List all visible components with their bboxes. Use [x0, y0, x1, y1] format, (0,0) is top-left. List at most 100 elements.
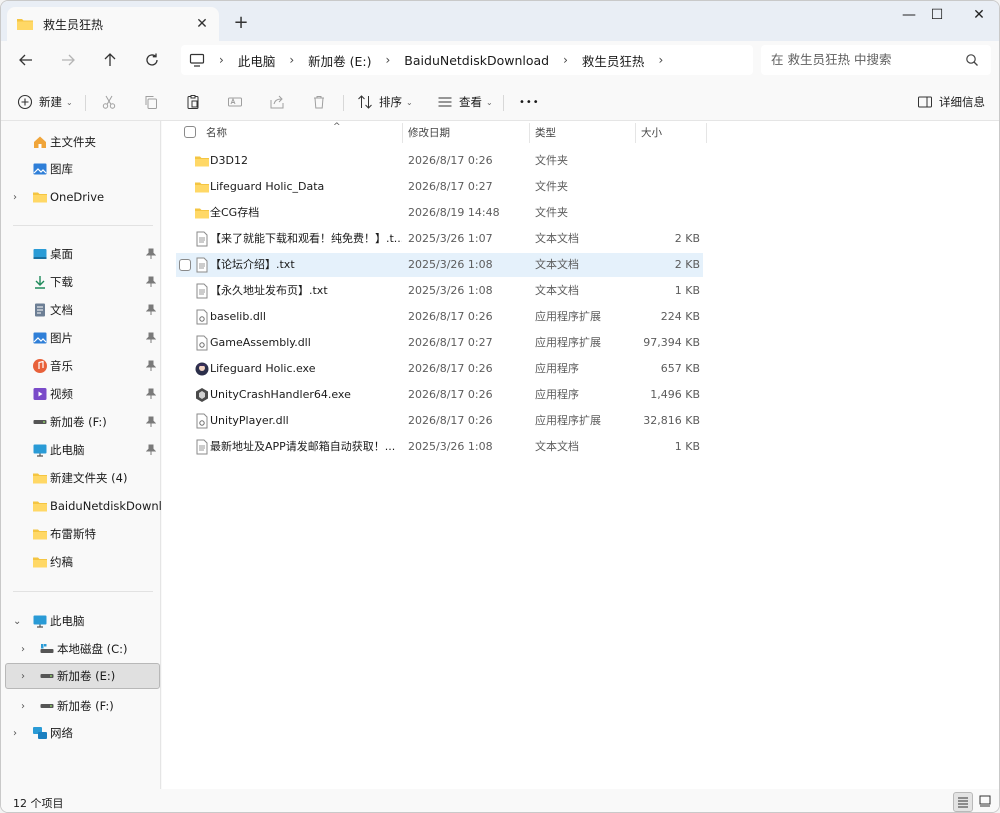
- pin-icon[interactable]: [146, 276, 156, 288]
- tab-active[interactable]: 救生员狂热 ✕: [7, 7, 219, 41]
- pin-icon[interactable]: [146, 444, 156, 456]
- breadcrumb-item[interactable]: 此电脑: [238, 51, 276, 70]
- column-header-name[interactable]: 名称 ^: [206, 121, 341, 145]
- share-button[interactable]: [269, 89, 285, 115]
- sort-button[interactable]: 排序 ⌄: [357, 89, 413, 115]
- breadcrumb-separator-icon[interactable]: ›: [289, 53, 294, 67]
- file-row[interactable]: 最新地址及APP请发邮箱自动获取！... 2025/3/26 1:08 文本文档…: [176, 435, 703, 459]
- details-view-button[interactable]: [953, 792, 973, 812]
- sidebar-item-home[interactable]: 主文件夹: [1, 129, 161, 155]
- tab-close-icon[interactable]: ✕: [193, 15, 211, 33]
- file-row[interactable]: Lifeguard Holic.exe 2026/8/17 0:26 应用程序 …: [176, 357, 703, 381]
- chevron-right-icon[interactable]: ›: [21, 671, 31, 682]
- share-icon: [270, 95, 284, 109]
- back-button[interactable]: [11, 47, 41, 73]
- file-type: 应用程序: [535, 362, 579, 375]
- up-button[interactable]: [95, 47, 125, 73]
- file-row[interactable]: UnityPlayer.dll 2026/8/17 0:26 应用程序扩展 32…: [176, 409, 703, 433]
- select-all-checkbox[interactable]: [184, 126, 196, 138]
- chevron-down-icon[interactable]: ⌄: [13, 616, 23, 627]
- chevron-right-icon[interactable]: ›: [21, 701, 31, 712]
- breadcrumb-item-current[interactable]: 救生员狂热: [582, 51, 645, 70]
- sidebar-item-gallery[interactable]: 图库: [1, 156, 161, 182]
- pin-icon[interactable]: [146, 304, 156, 316]
- delete-button[interactable]: [311, 89, 327, 115]
- file-row[interactable]: baselib.dll 2026/8/17 0:26 应用程序扩展 224 KB: [176, 305, 703, 329]
- sidebar-item-desktop[interactable]: 桌面: [1, 241, 161, 267]
- sidebar-item-brest[interactable]: 布雷斯特: [1, 521, 161, 547]
- chevron-right-icon[interactable]: ›: [13, 728, 23, 739]
- row-checkbox[interactable]: [179, 259, 191, 271]
- breadcrumb-item[interactable]: 新加卷 (E:): [308, 51, 371, 70]
- file-row[interactable]: 【永久地址发布页】.txt 2025/3/26 1:08 文本文档 1 KB: [176, 279, 703, 303]
- file-row[interactable]: 【来了就能下载和观看！纯免费！】.t... 2025/3/26 1:07 文本文…: [176, 227, 703, 251]
- sidebar-item-baidunetdisk[interactable]: BaiduNetdiskDownload: [1, 493, 161, 519]
- file-size: 1,496 KB: [650, 388, 700, 401]
- file-date: 2026/8/17 0:26: [408, 310, 493, 323]
- sidebar-item-music[interactable]: 音乐: [1, 353, 161, 379]
- new-tab-button[interactable]: +: [229, 12, 253, 34]
- chevron-right-icon[interactable]: ›: [13, 192, 23, 203]
- search-box[interactable]: 在 救生员狂热 中搜索: [761, 45, 991, 75]
- column-header-size[interactable]: 大小: [641, 121, 662, 145]
- sidebar-item-commissions[interactable]: 约稿: [1, 549, 161, 575]
- pin-icon[interactable]: [146, 248, 156, 260]
- breadcrumb-separator-icon[interactable]: ›: [385, 53, 390, 67]
- sidebar-item-new-folder-4[interactable]: 新建文件夹 (4): [1, 465, 161, 491]
- drive-icon: [40, 704, 54, 708]
- sidebar-item-onedrive[interactable]: › OneDrive: [1, 184, 161, 210]
- forward-button[interactable]: [53, 47, 83, 73]
- paste-button[interactable]: [185, 89, 201, 115]
- sidebar-item-this-pc-tree[interactable]: ⌄ 此电脑: [1, 608, 161, 634]
- file-type: 应用程序扩展: [535, 414, 601, 427]
- rename-button[interactable]: [227, 89, 243, 115]
- sidebar-item-this-pc[interactable]: 此电脑: [1, 437, 161, 463]
- file-row[interactable]: GameAssembly.dll 2026/8/17 0:27 应用程序扩展 9…: [176, 331, 703, 355]
- column-header-date[interactable]: 修改日期: [408, 121, 450, 145]
- file-size: 224 KB: [660, 310, 700, 323]
- file-size: 1 KB: [674, 440, 700, 453]
- pin-icon[interactable]: [146, 388, 156, 400]
- breadcrumb-separator-icon[interactable]: ›: [658, 53, 663, 67]
- sidebar-item-drive-f-tree[interactable]: › 新加卷 (F:): [1, 693, 161, 719]
- pin-icon[interactable]: [146, 416, 156, 428]
- view-button[interactable]: 查看 ⌄: [437, 89, 493, 115]
- sidebar-item-network[interactable]: › 网络: [1, 720, 161, 746]
- sidebar-item-downloads[interactable]: 下载: [1, 269, 161, 295]
- close-window-button[interactable]: ✕: [957, 1, 999, 29]
- file-row[interactable]: 全CG存档 2026/8/19 14:48 文件夹: [176, 201, 703, 225]
- file-type: 应用程序: [535, 388, 579, 401]
- refresh-button[interactable]: [137, 47, 167, 73]
- chevron-right-icon[interactable]: ›: [21, 644, 31, 655]
- tiles-view-button[interactable]: [976, 792, 996, 812]
- sidebar-item-pictures[interactable]: 图片: [1, 325, 161, 351]
- file-row[interactable]: Lifeguard Holic_Data 2026/8/17 0:27 文件夹: [176, 175, 703, 199]
- cut-button[interactable]: [101, 89, 117, 115]
- breadcrumb[interactable]: › 此电脑 › 新加卷 (E:) › BaiduNetdiskDownload …: [181, 45, 753, 75]
- breadcrumb-item[interactable]: BaiduNetdiskDownload: [404, 53, 549, 68]
- sidebar-item-documents[interactable]: 文档: [1, 297, 161, 323]
- pin-icon[interactable]: [146, 360, 156, 372]
- column-divider[interactable]: [529, 123, 530, 143]
- sidebar-item-drive-f[interactable]: 新加卷 (F:): [1, 409, 161, 435]
- music-icon: [33, 359, 47, 373]
- copy-button[interactable]: [143, 89, 159, 115]
- column-divider[interactable]: [635, 123, 636, 143]
- pin-icon[interactable]: [146, 332, 156, 344]
- sidebar-item-drive-e[interactable]: › 新加卷 (E:): [5, 663, 160, 689]
- breadcrumb-separator-icon[interactable]: ›: [563, 53, 568, 67]
- column-divider[interactable]: [402, 123, 403, 143]
- file-size: 2 KB: [674, 232, 700, 245]
- new-button[interactable]: 新建 ⌄: [17, 89, 73, 115]
- sidebar-item-videos[interactable]: 视频: [1, 381, 161, 407]
- file-row-hovered[interactable]: 【论坛介绍】.txt 2025/3/26 1:08 文本文档 2 KB: [176, 253, 703, 277]
- search-input[interactable]: 在 救生员狂热 中搜索: [771, 52, 891, 67]
- more-options-button[interactable]: •••: [519, 89, 540, 115]
- details-pane-button[interactable]: 详细信息: [917, 89, 985, 115]
- maximize-button[interactable]: ☐: [915, 1, 959, 29]
- file-row[interactable]: UnityCrashHandler64.exe 2026/8/17 0:26 应…: [176, 383, 703, 407]
- column-header-type[interactable]: 类型: [535, 121, 556, 145]
- column-divider[interactable]: [706, 123, 707, 143]
- file-row[interactable]: D3D12 2026/8/17 0:26 文件夹: [176, 149, 703, 173]
- sidebar-item-drive-c[interactable]: › 本地磁盘 (C:): [1, 636, 161, 662]
